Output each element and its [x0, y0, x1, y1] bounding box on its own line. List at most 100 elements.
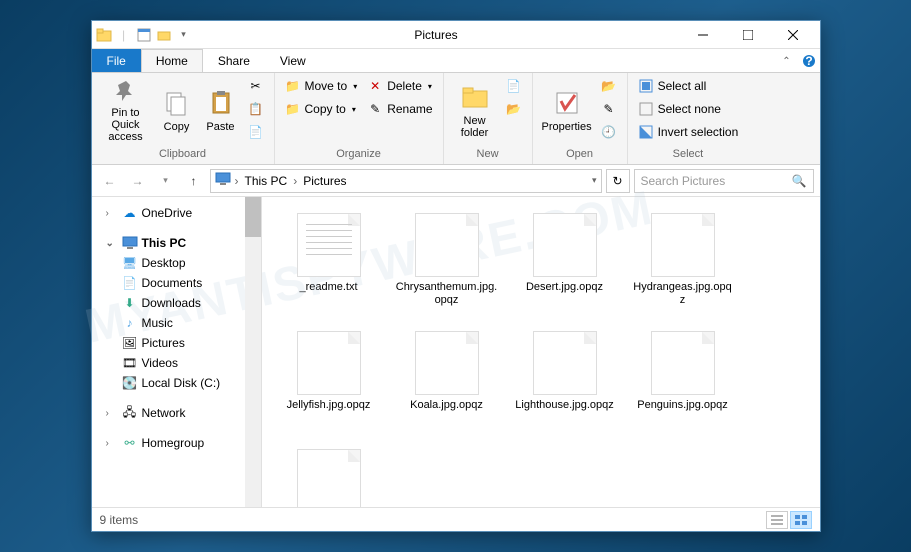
- crumb-pictures[interactable]: Pictures: [301, 174, 348, 188]
- file-item[interactable]: Jellyfish.jpg.opqz: [274, 327, 384, 437]
- new-item-icon: 📄: [506, 78, 522, 94]
- file-item[interactable]: _readme.txt: [274, 209, 384, 319]
- file-name: Desert.jpg.opqz: [526, 281, 603, 294]
- file-thumbnail: [415, 331, 479, 395]
- invert-selection-button[interactable]: Invert selection: [634, 121, 743, 143]
- sidebar-item-network[interactable]: ›🖧Network: [92, 403, 261, 423]
- edit-icon: ✎: [601, 101, 617, 117]
- easy-access-button[interactable]: 📂: [502, 98, 526, 120]
- copy-path-button[interactable]: 📋: [244, 98, 268, 120]
- chevron-right-icon[interactable]: ›: [106, 408, 118, 419]
- up-button[interactable]: ↑: [182, 169, 206, 193]
- tab-file[interactable]: File: [92, 49, 141, 72]
- select-none-button[interactable]: Select none: [634, 98, 743, 120]
- sidebar-item-homegroup[interactable]: ›⚯Homegroup: [92, 433, 261, 453]
- file-thumbnail: [651, 213, 715, 277]
- paste-button[interactable]: Paste: [200, 75, 242, 145]
- rename-button[interactable]: ✎Rename: [363, 98, 436, 120]
- file-thumbnail: [297, 449, 361, 507]
- file-item[interactable]: Tulips.jpg.opqz: [274, 445, 384, 507]
- qat-dropdown-icon[interactable]: ▾: [176, 27, 192, 43]
- tab-home[interactable]: Home: [141, 49, 203, 72]
- sidebar-item-thispc[interactable]: ⌄This PC: [92, 233, 261, 253]
- forward-button[interactable]: →: [126, 169, 150, 193]
- new-folder-button[interactable]: New folder: [450, 75, 500, 145]
- sidebar-item-downloads[interactable]: ⬇Downloads: [92, 293, 261, 313]
- copy-icon: [161, 87, 193, 119]
- sidebar-item-desktop[interactable]: 🖥Desktop: [92, 253, 261, 273]
- sidebar-item-pictures[interactable]: 🖼Pictures: [92, 333, 261, 353]
- copy-button[interactable]: Copy: [156, 75, 198, 145]
- address-dropdown-icon[interactable]: ▾: [592, 175, 597, 186]
- history-icon: 🕘: [601, 124, 617, 140]
- paste-shortcut-button[interactable]: 📄: [244, 121, 268, 143]
- new-item-button[interactable]: 📄: [502, 75, 526, 97]
- file-item[interactable]: Penguins.jpg.opqz: [628, 327, 738, 437]
- select-all-button[interactable]: Select all: [634, 75, 743, 97]
- collapse-ribbon-icon[interactable]: ⌃: [776, 50, 798, 72]
- disk-icon: 💽: [122, 375, 138, 391]
- sidebar-item-onedrive[interactable]: ›☁OneDrive: [92, 203, 261, 223]
- refresh-button[interactable]: ↻: [606, 169, 630, 193]
- view-icons-button[interactable]: [790, 511, 812, 529]
- help-icon[interactable]: ?: [798, 50, 820, 72]
- file-name: Jellyfish.jpg.opqz: [287, 399, 371, 412]
- file-name: _readme.txt: [299, 281, 357, 294]
- minimize-button[interactable]: [681, 21, 726, 48]
- file-item[interactable]: Desert.jpg.opqz: [510, 209, 620, 319]
- tab-view[interactable]: View: [265, 49, 321, 72]
- sidebar-item-music[interactable]: ♪Music: [92, 313, 261, 333]
- file-thumbnail: [297, 213, 361, 277]
- history-button[interactable]: 🕘: [597, 121, 621, 143]
- file-item[interactable]: Hydrangeas.jpg.opqz: [628, 209, 738, 319]
- file-list[interactable]: _readme.txt Chrysanthemum.jpg.opqz Desert.…: [262, 197, 820, 507]
- scrollbar-thumb[interactable]: [245, 197, 261, 237]
- move-to-button[interactable]: 📁Move to▾: [281, 75, 362, 97]
- network-icon: 🖧: [122, 405, 138, 421]
- sidebar-item-videos[interactable]: 🎞Videos: [92, 353, 261, 373]
- crumb-thispc[interactable]: This PC: [243, 174, 290, 188]
- ribbon-group-new: New folder 📄 📂 New: [444, 73, 533, 164]
- group-label-open: Open: [539, 146, 621, 162]
- file-item[interactable]: Chrysanthemum.jpg.opqz: [392, 209, 502, 319]
- properties-button[interactable]: Properties: [539, 75, 595, 145]
- close-button[interactable]: [771, 21, 816, 48]
- copy-to-button[interactable]: 📁Copy to▾: [281, 98, 362, 120]
- new-folder-icon: [459, 81, 491, 113]
- open-icon: 📂: [601, 78, 617, 94]
- ribbon-group-open: Properties 📂 ✎ 🕘 Open: [533, 73, 628, 164]
- file-item[interactable]: Koala.jpg.opqz: [392, 327, 502, 437]
- recent-dropdown-icon[interactable]: ▾: [154, 169, 178, 193]
- delete-button[interactable]: ✕Delete▾: [363, 75, 436, 97]
- content-area: ›☁OneDrive ⌄This PC 🖥Desktop 📄Documents …: [92, 197, 820, 507]
- rename-icon: ✎: [367, 101, 383, 117]
- titlebar: | ▾ Pictures: [92, 21, 820, 49]
- maximize-button[interactable]: [726, 21, 771, 48]
- folder-qat-icon[interactable]: [156, 27, 172, 43]
- view-details-button[interactable]: [766, 511, 788, 529]
- item-count: 9 items: [100, 513, 139, 527]
- search-input[interactable]: Search Pictures 🔍: [634, 169, 814, 193]
- videos-icon: 🎞: [122, 355, 138, 371]
- back-button[interactable]: ←: [98, 169, 122, 193]
- sidebar-item-localdisk[interactable]: 💽Local Disk (C:): [92, 373, 261, 393]
- open-button[interactable]: 📂: [597, 75, 621, 97]
- file-item[interactable]: Lighthouse.jpg.opqz: [510, 327, 620, 437]
- chevron-right-icon[interactable]: ›: [235, 174, 239, 188]
- chevron-right-icon[interactable]: ›: [106, 208, 118, 219]
- cut-button[interactable]: ✂: [244, 75, 268, 97]
- chevron-down-icon[interactable]: ⌄: [106, 238, 118, 249]
- paste-icon: [205, 87, 237, 119]
- scrollbar[interactable]: [245, 197, 261, 507]
- address-bar[interactable]: › This PC › Pictures ▾: [210, 169, 602, 193]
- tab-share[interactable]: Share: [203, 49, 265, 72]
- homegroup-icon: ⚯: [122, 435, 138, 451]
- chevron-right-icon[interactable]: ›: [293, 174, 297, 188]
- properties-qat-icon[interactable]: [136, 27, 152, 43]
- edit-button[interactable]: ✎: [597, 98, 621, 120]
- chevron-right-icon[interactable]: ›: [106, 438, 118, 449]
- copyto-icon: 📁: [285, 101, 301, 117]
- pin-quick-access-button[interactable]: Pin to Quick access: [98, 75, 154, 145]
- sidebar-item-documents[interactable]: 📄Documents: [92, 273, 261, 293]
- file-name: Hydrangeas.jpg.opqz: [632, 281, 734, 307]
